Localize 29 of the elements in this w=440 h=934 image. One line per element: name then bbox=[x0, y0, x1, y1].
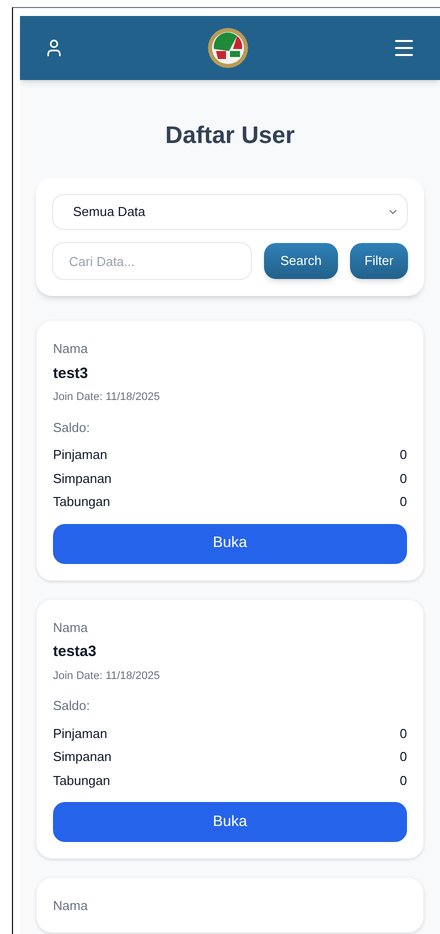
join-date: Join Date: 11/18/2025 bbox=[53, 668, 161, 684]
balance-value: 0 bbox=[400, 446, 407, 464]
balance-label: Pinjaman bbox=[53, 446, 108, 464]
balance-label: Tabungan bbox=[53, 493, 110, 511]
data-select[interactable]: Semua Data bbox=[52, 194, 408, 230]
logo-icon bbox=[207, 27, 249, 69]
name-label: Nama bbox=[53, 897, 89, 915]
page-title: Daftar User bbox=[164, 121, 296, 151]
balance-value: 0 bbox=[400, 748, 407, 766]
balance-value: 0 bbox=[400, 470, 407, 488]
balance-value: 0 bbox=[400, 493, 407, 511]
balance-label: Simpanan bbox=[53, 748, 112, 766]
balance-label: Simpanan bbox=[53, 470, 112, 488]
balance-label: Tabungan bbox=[53, 772, 110, 790]
user-name: test3 bbox=[53, 364, 90, 384]
search-field[interactable]: Cari Data... bbox=[52, 242, 252, 280]
balance-value: 0 bbox=[400, 724, 407, 742]
open-button[interactable]: Buka bbox=[53, 802, 407, 842]
join-date: Join Date: 11/18/2025 bbox=[53, 390, 161, 405]
saldo-label: Saldo: bbox=[53, 418, 91, 436]
saldo-label: Saldo: bbox=[53, 697, 91, 715]
name-label: Nama bbox=[53, 340, 89, 358]
balance-label: Pinjaman bbox=[53, 724, 108, 743]
search-button[interactable]: Search bbox=[264, 243, 338, 279]
balance-value: 0 bbox=[400, 772, 407, 790]
user-name: testa3 bbox=[53, 642, 98, 662]
open-button[interactable]: Buka bbox=[53, 524, 407, 564]
filter-button[interactable]: Filter bbox=[350, 243, 408, 279]
name-label: Nama bbox=[53, 618, 89, 636]
